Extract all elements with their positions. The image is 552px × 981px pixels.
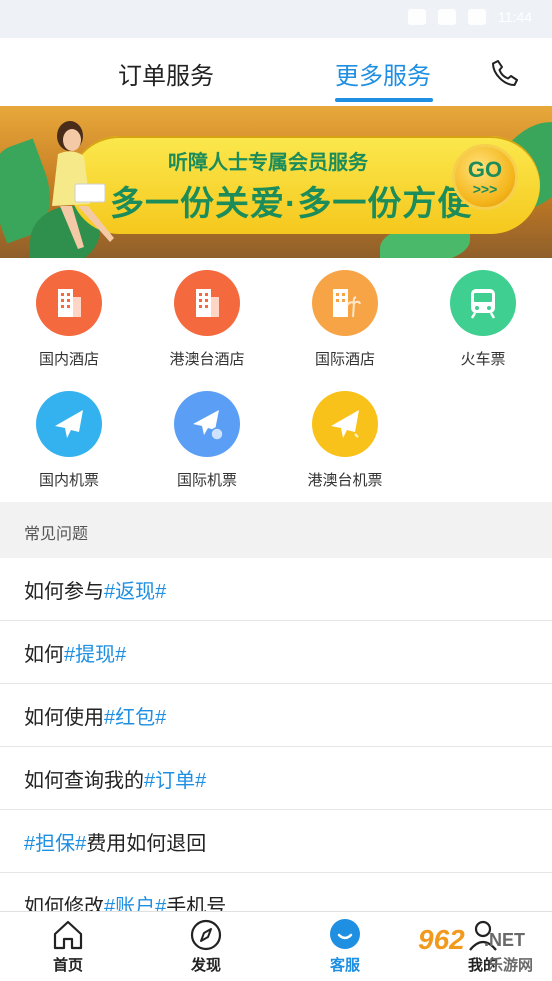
go-label: GO	[467, 157, 503, 182]
tab-order-service[interactable]: 订单服务	[118, 56, 214, 91]
watermark-number: 962	[418, 924, 465, 955]
nav-home-label: 首页	[52, 957, 83, 974]
faq-text: 如何	[24, 643, 64, 666]
faq-text: 如何参与	[24, 580, 104, 603]
service-grid: 国内酒店 港澳台酒店 国际酒店 火车票 国内机票 国际机票 港澳台机票	[0, 258, 552, 502]
airplane-icon	[36, 391, 102, 457]
service-label: 火车票	[460, 351, 506, 368]
faq-keyword: #红包#	[104, 706, 167, 729]
faq-item-guarantee-refund[interactable]: #担保# 费用如何退回	[0, 810, 552, 873]
faq-title: 常见问题	[24, 526, 89, 543]
faq-item-red-packet[interactable]: 如何使用 #红包#	[0, 684, 552, 747]
service-domestic-flight[interactable]: 国内机票	[0, 391, 138, 490]
nav-home[interactable]: 首页	[28, 918, 108, 975]
hotel-icon	[174, 270, 240, 336]
service-label: 国际机票	[176, 472, 237, 489]
tab-more-service[interactable]: 更多服务	[335, 56, 431, 91]
watermark-site-name: 乐游网	[488, 957, 534, 974]
compass-icon	[189, 918, 223, 952]
airplane-icon	[312, 391, 378, 457]
home-icon	[51, 918, 85, 952]
service-international-flight[interactable]: 国际机票	[138, 391, 276, 490]
signal-icon	[438, 9, 456, 25]
faq-text: 如何查询我的	[24, 769, 144, 792]
nav-customer-service[interactable]: 客服	[305, 918, 385, 975]
resort-hotel-icon	[312, 270, 378, 336]
service-label: 港澳台机票	[307, 472, 383, 489]
faq-keyword: #提现#	[64, 643, 127, 666]
hotel-icon	[36, 270, 102, 336]
faq-keyword: #返现#	[104, 580, 167, 603]
nav-discover[interactable]: 发现	[166, 918, 246, 975]
chat-bubble-icon	[328, 918, 362, 952]
service-hk-macau-taiwan-flight[interactable]: 港澳台机票	[276, 391, 414, 490]
nav-discover-label: 发现	[190, 957, 221, 974]
active-tab-indicator	[335, 98, 433, 102]
service-hk-macau-taiwan-hotel[interactable]: 港澳台酒店	[138, 270, 276, 369]
faq-text: 费用如何退回	[86, 832, 207, 855]
faq-keyword: #订单#	[144, 769, 207, 792]
faq-list: 如何参与 #返现# 如何 #提现# 如何使用 #红包# 如何查询我的 #订单# #担保#…	[0, 558, 552, 936]
faq-keyword: #担保#	[24, 832, 87, 855]
go-arrows: >>>	[472, 181, 498, 197]
faq-item-withdraw[interactable]: 如何 #提现#	[0, 621, 552, 684]
wifi-icon	[408, 9, 426, 25]
phone-icon[interactable]	[490, 58, 520, 88]
promo-banner[interactable]: 听障人士专属会员服务 多一份关爱·多一份方便 GO >>>	[0, 106, 552, 258]
status-time: 11:44	[498, 9, 532, 25]
faq-item-orders[interactable]: 如何查询我的 #订单#	[0, 747, 552, 810]
banner-subtitle: 听障人士专属会员服务	[168, 152, 368, 174]
battery-icon	[468, 9, 486, 25]
train-icon	[450, 270, 516, 336]
nav-service-label: 客服	[329, 957, 360, 974]
watermark-net: .NET	[484, 930, 526, 950]
banner-headline: 多一份关爱·多一份方便	[110, 185, 473, 223]
service-label: 港澳台酒店	[169, 351, 245, 368]
service-label: 国内机票	[38, 472, 99, 489]
service-label: 国际酒店	[314, 351, 375, 368]
service-domestic-hotel[interactable]: 国内酒店	[0, 270, 138, 369]
international-flight-icon	[174, 391, 240, 457]
status-bar: 11:44	[0, 0, 552, 38]
faq-item-cashback[interactable]: 如何参与 #返现#	[0, 558, 552, 621]
status-icons: 11:44	[408, 9, 532, 25]
go-button[interactable]: GO >>>	[452, 144, 518, 210]
service-label: 国内酒店	[38, 351, 99, 368]
faq-header: 常见问题	[0, 502, 552, 558]
service-international-hotel[interactable]: 国际酒店	[276, 270, 414, 369]
faq-text: 如何使用	[24, 706, 104, 729]
watermark-logo: 962 .NET 乐游网	[414, 924, 548, 976]
top-tabs: 订单服务 更多服务	[0, 38, 552, 106]
service-train-ticket[interactable]: 火车票	[414, 270, 552, 369]
